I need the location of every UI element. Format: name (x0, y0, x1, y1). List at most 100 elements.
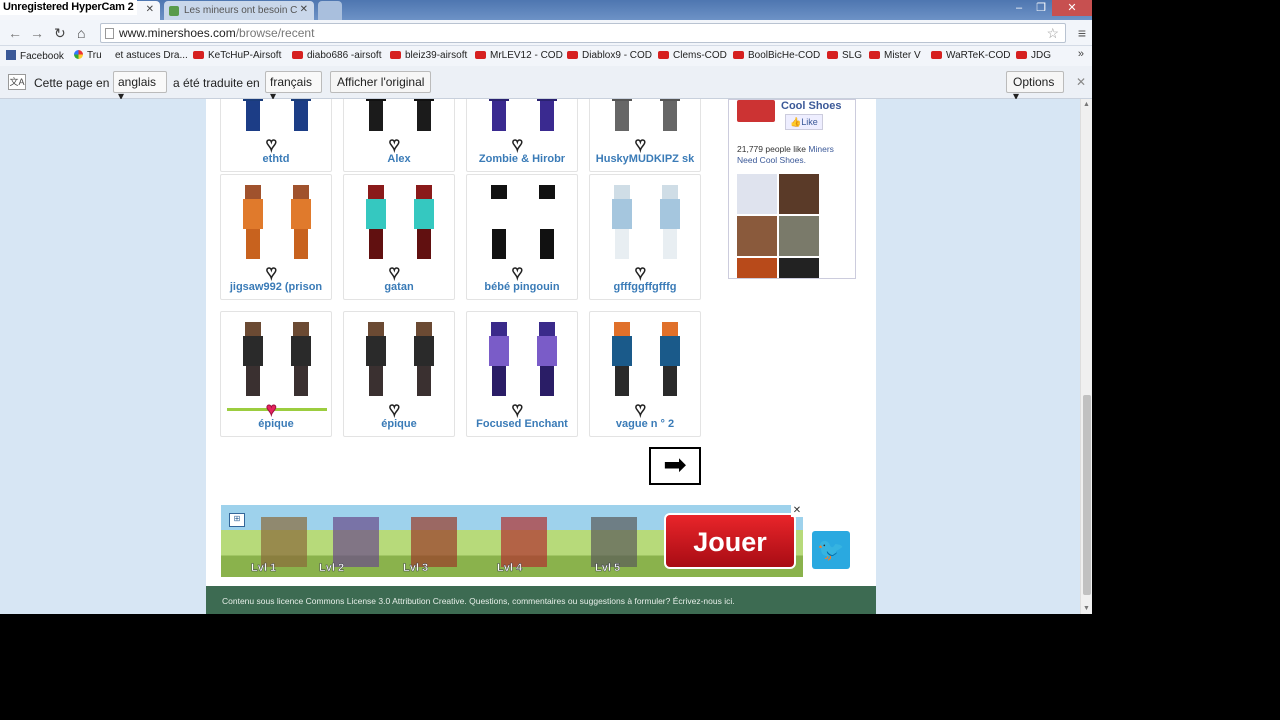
ad-play-button[interactable]: Jouer (664, 513, 796, 569)
heart-outline-icon[interactable]: ♥ (388, 399, 400, 419)
heart-outline-icon[interactable]: ♥ (265, 262, 277, 282)
address-bar[interactable]: www.minershoes.com/browse/recent ☆ (100, 23, 1066, 43)
ad-info-icon[interactable]: ⊞ (229, 513, 245, 527)
skin-name-link[interactable]: jigsaw992 (prison (221, 281, 331, 293)
skin-preview-image[interactable] (354, 185, 446, 265)
skin-card[interactable]: ♥ épique (343, 311, 455, 437)
skin-card[interactable]: ♥ vague n ° 2 (589, 311, 701, 437)
skin-card[interactable]: ♥ ethtd (220, 99, 332, 172)
bookmark-wartek[interactable]: WaRTeK-COD (931, 50, 1010, 61)
target-language-select[interactable]: français ▾ (265, 71, 322, 103)
bookmark-bleiz39[interactable]: bleiz39-airsoft (390, 50, 467, 61)
bookmarks-overflow-icon[interactable]: » (1078, 48, 1084, 60)
heart-outline-icon[interactable]: ♥ (388, 134, 400, 154)
skin-preview-image[interactable] (600, 99, 692, 137)
new-tab-button[interactable] (318, 1, 342, 20)
scrollbar-thumb[interactable] (1083, 395, 1091, 595)
skin-name-link[interactable]: Zombie & Hirobr (467, 153, 577, 165)
translate-close-icon[interactable]: ✕ (1076, 75, 1086, 89)
bookmark-diabo686[interactable]: diabo686 -airsoft (292, 50, 382, 61)
home-icon[interactable]: ⌂ (77, 25, 85, 41)
heart-outline-icon[interactable]: ♥ (265, 134, 277, 154)
bookmark-star-icon[interactable]: ☆ (1046, 24, 1059, 42)
heart-outline-icon[interactable]: ♥ (511, 399, 523, 419)
heart-outline-icon[interactable]: ♥ (634, 399, 646, 419)
vertical-scrollbar[interactable]: ▲ ▼ (1080, 99, 1092, 614)
skin-card[interactable]: ♥ HuskyMUDKIPZ sk (589, 99, 701, 172)
ad-close-icon[interactable]: ✕ (791, 505, 803, 517)
bookmark-ketchup[interactable]: KeTcHuP-Airsoft (193, 50, 281, 61)
fb-page-name[interactable]: Cool Shoes (781, 100, 842, 112)
heart-outline-icon[interactable]: ♥ (511, 262, 523, 282)
bookmark-tru[interactable]: Tru (74, 50, 102, 61)
heart-filled-icon[interactable]: ♥ (266, 400, 278, 419)
window-close-icon[interactable]: ✕ (1052, 0, 1092, 16)
skin-name-link[interactable]: gatan (344, 281, 454, 293)
fb-like-button[interactable]: 👍Like (785, 114, 823, 130)
bookmark-jdg[interactable]: JDG (1016, 50, 1051, 61)
next-page-arrow-button[interactable]: ➡ (649, 447, 701, 485)
skin-name-link[interactable]: Focused Enchant (467, 418, 577, 430)
fan-avatar[interactable] (779, 174, 819, 214)
ad-banner[interactable]: ⊞ Lvl 1 Lvl 2 Lvl 3 Lvl 4 Lvl 5 Jouer ✕ (221, 505, 803, 577)
skin-name-link[interactable]: épique (221, 418, 331, 430)
skin-name-link[interactable]: épique (344, 418, 454, 430)
fan-avatar[interactable] (737, 216, 777, 256)
fan-avatar[interactable] (779, 216, 819, 256)
bookmark-facebook[interactable]: Facebook (6, 50, 64, 62)
back-icon[interactable]: ← (8, 25, 22, 41)
maximize-icon[interactable]: ❐ (1030, 0, 1052, 16)
fan-avatar[interactable] (779, 258, 819, 278)
skin-preview-image[interactable] (600, 185, 692, 265)
bookmark-misterv[interactable]: Mister V (869, 50, 921, 61)
fan-avatar[interactable] (737, 258, 777, 278)
scroll-down-icon[interactable]: ▼ (1083, 605, 1090, 612)
tab-minershoes[interactable]: Les mineurs ont besoin C ✕ (164, 1, 314, 20)
skin-name-link[interactable]: HuskyMUDKIPZ sk (590, 153, 700, 165)
minimize-icon[interactable]: – (1008, 0, 1030, 16)
skin-card[interactable]: ♥ Zombie & Hirobr (466, 99, 578, 172)
skin-preview-image[interactable] (231, 99, 323, 137)
forward-icon[interactable]: → (30, 25, 44, 41)
translate-options-button[interactable]: Options ▾ (1006, 71, 1064, 103)
skin-card[interactable]: ♥ Alex (343, 99, 455, 172)
reload-icon[interactable]: ↻ (54, 25, 66, 42)
skin-card[interactable]: ♥ jigsaw992 (prison (220, 174, 332, 300)
heart-outline-icon[interactable]: ♥ (511, 134, 523, 154)
skin-name-link[interactable]: vague n ° 2 (590, 418, 700, 430)
bookmark-slg[interactable]: SLG (827, 50, 862, 61)
skin-preview-image[interactable] (354, 99, 446, 137)
tab-close-icon[interactable]: ✕ (300, 4, 308, 15)
scroll-up-icon[interactable]: ▲ (1083, 101, 1090, 108)
skin-preview-image[interactable] (477, 99, 569, 137)
skin-preview-image[interactable] (231, 185, 323, 265)
bookmark-mrlev12[interactable]: MrLEV12 - COD (475, 50, 563, 61)
skin-card[interactable]: ♥ gfffggffgfffg (589, 174, 701, 300)
skin-name-link[interactable]: gfffggffgfffg (590, 281, 700, 293)
skin-card[interactable]: ♥ bébé pingouin (466, 174, 578, 300)
skin-name-link[interactable]: bébé pingouin (467, 281, 577, 293)
source-language-select[interactable]: anglais ▾ (113, 71, 167, 103)
skin-card[interactable]: ♥ épique (220, 311, 332, 437)
fan-avatar[interactable] (737, 174, 777, 214)
skin-preview-image[interactable] (477, 322, 569, 402)
skin-card[interactable]: ♥ Focused Enchant (466, 311, 578, 437)
skin-name-link[interactable]: ethtd (221, 153, 331, 165)
skin-name-link[interactable]: Alex (344, 153, 454, 165)
bookmark-clems[interactable]: Clems-COD (658, 50, 727, 61)
skin-preview-image[interactable] (477, 185, 569, 265)
tab-close-icon[interactable]: ✕ (146, 4, 154, 15)
menu-icon[interactable]: ≡ (1078, 25, 1086, 41)
heart-outline-icon[interactable]: ♥ (634, 134, 646, 154)
skin-card[interactable]: ♥ gatan (343, 174, 455, 300)
skin-preview-image[interactable] (354, 322, 446, 402)
twitter-icon[interactable]: 🐦 (812, 531, 850, 569)
heart-outline-icon[interactable]: ♥ (634, 262, 646, 282)
bookmark-diablox9[interactable]: Diablox9 - COD (567, 50, 652, 61)
skin-preview-image[interactable] (231, 322, 323, 402)
show-original-button[interactable]: Afficher l'original (330, 71, 432, 93)
bookmark-astuces[interactable]: et astuces Dra... (115, 50, 188, 61)
bookmark-boolbiche[interactable]: BoolBicHe-COD (733, 50, 820, 61)
skin-preview-image[interactable] (600, 322, 692, 402)
heart-outline-icon[interactable]: ♥ (388, 262, 400, 282)
